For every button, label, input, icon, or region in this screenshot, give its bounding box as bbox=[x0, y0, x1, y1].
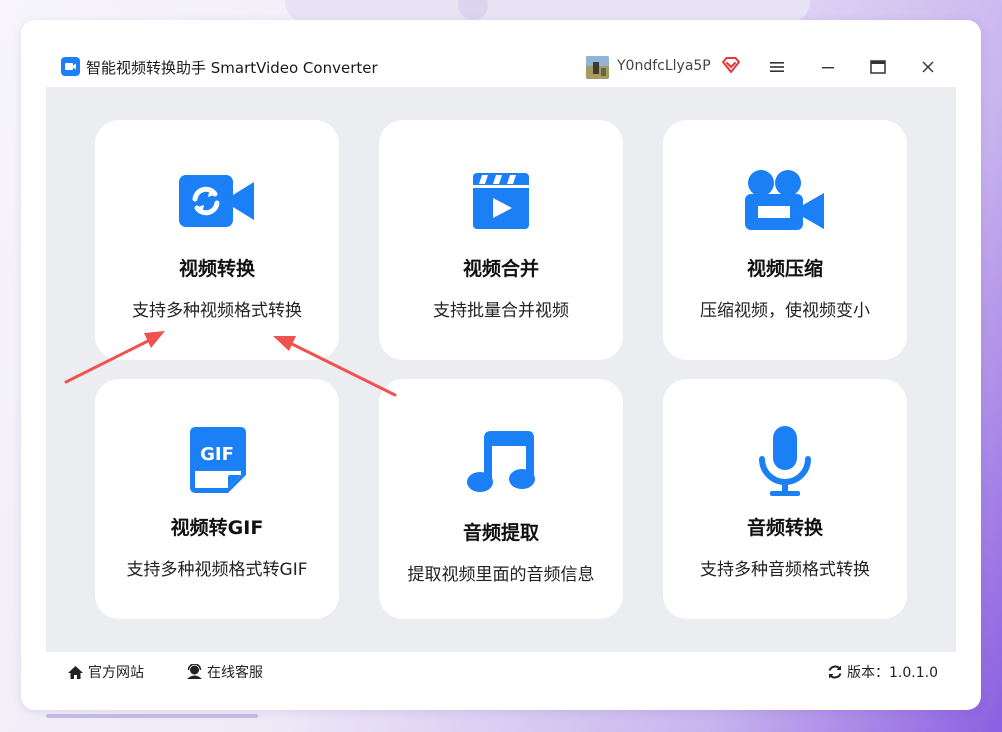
card-title: 视频转换 bbox=[178, 258, 255, 280]
svg-text:GIF: GIF bbox=[200, 444, 234, 465]
card-description: 支持多种视频格式转换 bbox=[132, 301, 302, 321]
version-info[interactable]: 版本：1.0.1.0 bbox=[827, 662, 938, 682]
card-description: 压缩视频，使视频变小 bbox=[700, 301, 870, 321]
app-logo-icon bbox=[61, 57, 80, 76]
video-camera-icon bbox=[745, 169, 825, 235]
background-decoration bbox=[46, 714, 258, 718]
music-note-icon bbox=[466, 428, 536, 498]
close-button[interactable] bbox=[914, 54, 942, 80]
app-window: 智能视频转换助手 SmartVideo Converter Y0ndfcLlya… bbox=[46, 49, 956, 689]
close-icon bbox=[922, 61, 934, 73]
minimize-button[interactable] bbox=[814, 54, 842, 80]
card-description: 支持多种音频格式转换 bbox=[700, 560, 870, 580]
card-title: 视频压缩 bbox=[746, 258, 823, 280]
status-bar: 官方网站 在线客服 版本：1.0.1.0 bbox=[46, 652, 956, 689]
card-description: 支持批量合并视频 bbox=[433, 301, 569, 321]
app-title: 智能视频转换助手 SmartVideo Converter bbox=[86, 59, 378, 77]
hamburger-menu-icon bbox=[770, 62, 784, 72]
maximize-button[interactable] bbox=[864, 54, 892, 80]
home-icon bbox=[68, 665, 83, 679]
maximize-icon bbox=[870, 60, 886, 74]
menu-button[interactable] bbox=[763, 54, 791, 80]
background-decoration bbox=[285, 0, 810, 22]
feature-grid: 视频转换 支持多种视频格式转换 视频合并 支持批量合并视频 视频压缩 压缩视频，… bbox=[46, 87, 956, 652]
card-title: 音频转换 bbox=[746, 517, 823, 539]
card-title: 视频转GIF bbox=[170, 517, 264, 539]
audio-convert-card[interactable]: 音频转换 支持多种音频格式转换 bbox=[663, 379, 907, 619]
vip-diamond-icon[interactable] bbox=[721, 56, 741, 74]
official-website-label: 官方网站 bbox=[88, 665, 144, 681]
minimize-icon bbox=[822, 67, 834, 69]
card-description: 支持多种视频格式转GIF bbox=[126, 560, 308, 580]
card-description: 提取视频里面的音频信息 bbox=[407, 565, 595, 585]
microphone-icon bbox=[758, 425, 812, 501]
clapperboard-icon bbox=[472, 171, 530, 233]
video-convert-icon bbox=[179, 175, 255, 231]
card-title: 音频提取 bbox=[462, 522, 539, 544]
title-bar: 智能视频转换助手 SmartVideo Converter Y0ndfcLlya… bbox=[46, 49, 956, 87]
version-label: 版本：1.0.1.0 bbox=[847, 665, 938, 681]
audio-extract-card[interactable]: 音频提取 提取视频里面的音频信息 bbox=[379, 379, 623, 619]
avatar[interactable] bbox=[586, 56, 609, 79]
video-to-gif-card[interactable]: GIF 视频转GIF 支持多种视频格式转GIF bbox=[95, 379, 339, 619]
customer-service-icon bbox=[187, 664, 202, 679]
video-compress-card[interactable]: 视频压缩 压缩视频，使视频变小 bbox=[663, 120, 907, 360]
username[interactable]: Y0ndfcLlya5P bbox=[617, 58, 711, 74]
official-website-link[interactable]: 官方网站 bbox=[67, 662, 144, 682]
card-title: 视频合并 bbox=[462, 258, 539, 280]
video-convert-card[interactable]: 视频转换 支持多种视频格式转换 bbox=[95, 120, 339, 360]
refresh-icon bbox=[828, 665, 842, 679]
video-merge-card[interactable]: 视频合并 支持批量合并视频 bbox=[379, 120, 623, 360]
online-support-link[interactable]: 在线客服 bbox=[186, 662, 263, 682]
gif-file-icon: GIF bbox=[186, 425, 248, 499]
online-support-label: 在线客服 bbox=[207, 665, 263, 681]
